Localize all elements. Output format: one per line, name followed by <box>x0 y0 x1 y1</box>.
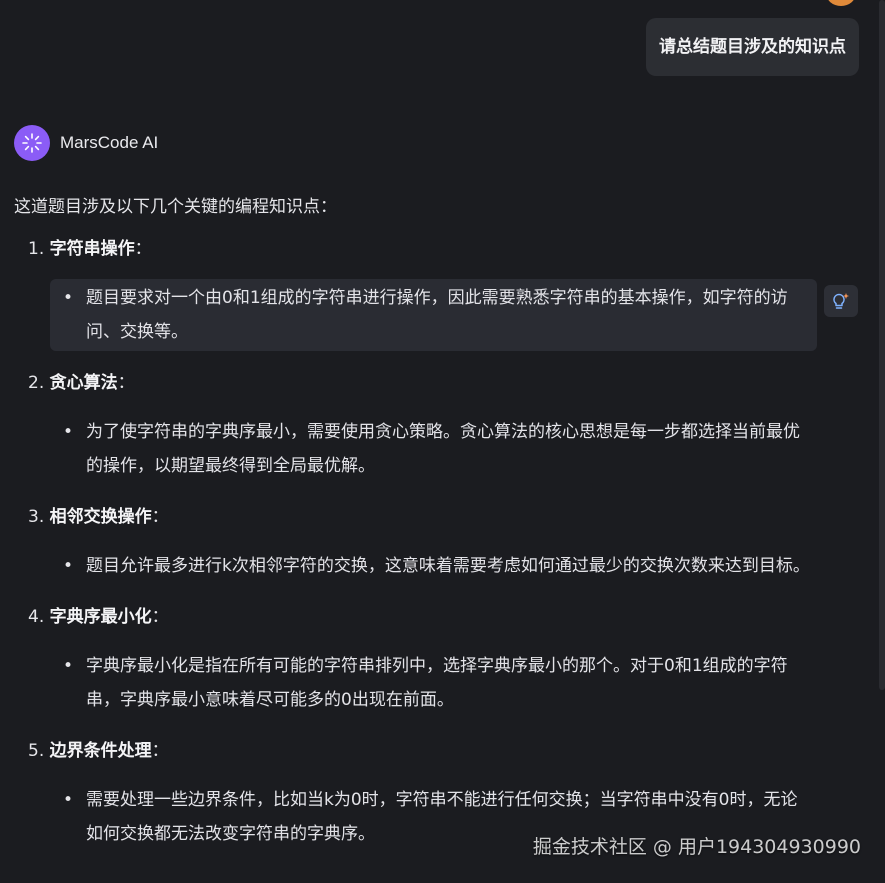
point-description: 为了使字符串的字典序最小，需要使用贪心策略。贪心算法的核心思想是每一步都选择当前… <box>86 422 800 476</box>
assistant-header: MarsCode AI <box>14 125 158 161</box>
knowledge-point-2: 2. 贪心算法： • 为了使字符串的字典序最小，需要使用贪心策略。贪心算法的核心… <box>14 366 844 485</box>
point-title: 3. 相邻交换操作： <box>14 500 844 534</box>
point-heading: 字典序最小化 <box>49 607 152 627</box>
point-number: 1. <box>28 239 45 259</box>
point-heading: 字符串操作 <box>49 239 135 259</box>
bullet-dot-icon: • <box>62 656 74 676</box>
assistant-answer: 这道题目涉及以下几个关键的编程知识点： 1. 字符串操作： • 题目要求对一个由… <box>14 190 844 868</box>
bullet-dot-icon: • <box>62 288 74 308</box>
point-title: 5. 边界条件处理： <box>14 734 844 768</box>
point-colon: ： <box>117 373 135 393</box>
point-colon: ： <box>134 239 152 259</box>
bullet-dot-icon: • <box>62 790 74 810</box>
assistant-name: MarsCode AI <box>60 133 159 152</box>
point-number: 2. <box>28 373 45 393</box>
ask-ai-lightbulb-button[interactable] <box>824 285 858 317</box>
bullet-dot-icon: • <box>62 556 74 576</box>
point-bullet-hovered[interactable]: • 题目要求对一个由0和1组成的字符串进行操作，因此需要熟悉字符串的基本操作，如… <box>50 279 817 351</box>
vertical-scrollbar[interactable] <box>879 0 885 690</box>
point-bullet: • 字典序最小化是指在所有可能的字符串排列中，选择字典序最小的那个。对于0和1组… <box>50 647 817 719</box>
point-number: 5. <box>28 741 45 761</box>
knowledge-point-4: 4. 字典序最小化： • 字典序最小化是指在所有可能的字符串排列中，选择字典序最… <box>14 600 844 719</box>
bullet-dot-icon: • <box>62 422 74 442</box>
point-heading: 相邻交换操作 <box>49 507 152 527</box>
knowledge-point-3: 3. 相邻交换操作： • 题目允许最多进行k次相邻字符的交换，这意味着需要考虑如… <box>14 500 844 585</box>
point-number: 4. <box>28 607 45 627</box>
assistant-avatar-icon <box>14 125 50 161</box>
answer-intro: 这道题目涉及以下几个关键的编程知识点： <box>14 197 337 217</box>
point-description: 题目允许最多进行k次相邻字符的交换，这意味着需要考虑如何通过最少的交换次数来达到… <box>86 556 810 576</box>
point-colon: ： <box>151 741 169 761</box>
point-number: 3. <box>28 507 45 527</box>
point-heading: 贪心算法 <box>49 373 118 393</box>
user-avatar <box>826 0 856 6</box>
point-title: 1. 字符串操作： <box>14 232 844 266</box>
point-description: 字典序最小化是指在所有可能的字符串排列中，选择字典序最小的那个。对于0和1组成的… <box>86 656 788 710</box>
point-title: 2. 贪心算法： <box>14 366 844 400</box>
knowledge-point-1: 1. 字符串操作： • 题目要求对一个由0和1组成的字符串进行操作，因此需要熟悉… <box>14 232 844 351</box>
point-bullet: • 题目允许最多进行k次相邻字符的交换，这意味着需要考虑如何通过最少的交换次数来… <box>50 547 817 585</box>
point-title: 4. 字典序最小化： <box>14 600 844 634</box>
point-description: 题目要求对一个由0和1组成的字符串进行操作，因此需要熟悉字符串的基本操作，如字符… <box>86 288 788 342</box>
lightbulb-sparkle-icon <box>833 293 849 309</box>
point-heading: 边界条件处理 <box>49 741 152 761</box>
point-colon: ： <box>151 507 169 527</box>
knowledge-points-list: 1. 字符串操作： • 题目要求对一个由0和1组成的字符串进行操作，因此需要熟悉… <box>14 232 844 853</box>
watermark: 掘金技术社区 @ 用户194304930990 <box>532 836 861 858</box>
point-bullet: • 为了使字符串的字典序最小，需要使用贪心策略。贪心算法的核心思想是每一步都选择… <box>50 413 817 485</box>
point-colon: ： <box>151 607 169 627</box>
user-message-bubble: 请总结题目涉及的知识点 <box>646 18 859 76</box>
